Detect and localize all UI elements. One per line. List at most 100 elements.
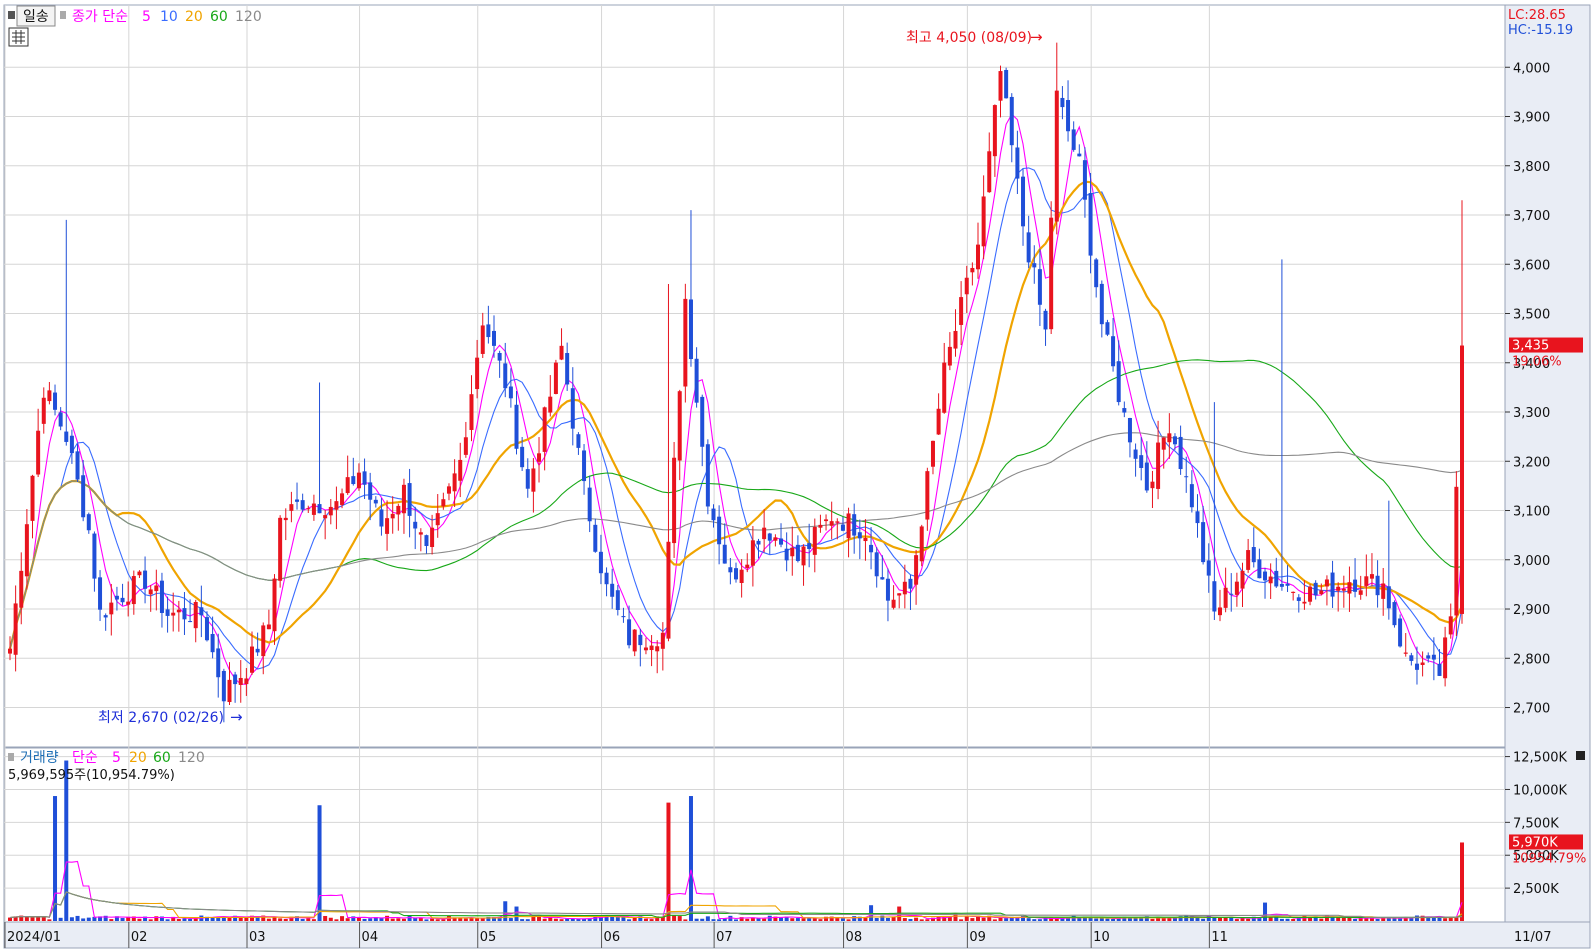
candle-body (908, 578, 913, 589)
candle-body (615, 590, 620, 610)
candle-body (1167, 433, 1172, 443)
candle-body (1043, 310, 1048, 330)
candle-body (553, 362, 558, 394)
volume-bar (992, 919, 997, 921)
volume-bar (396, 918, 401, 921)
candle-body (137, 571, 142, 576)
calculator-icon[interactable] (8, 27, 29, 47)
volume-bar (53, 796, 58, 921)
volume-ma-title: 단순 (72, 750, 98, 766)
candle-body (463, 437, 468, 455)
candle-body (1257, 559, 1262, 579)
candle-body (756, 540, 761, 545)
candle-body (165, 609, 170, 616)
volume-bar (981, 917, 986, 921)
candle-body (531, 468, 536, 492)
candle-body (1212, 581, 1217, 612)
candle-body (610, 583, 615, 597)
volume-bar (1032, 919, 1037, 921)
candle-body (98, 577, 103, 610)
candle-body (1178, 436, 1183, 470)
candle-body (452, 473, 457, 492)
volume-bar (323, 915, 328, 921)
volume-bar (508, 918, 513, 921)
candle-body (1431, 654, 1436, 660)
candle-body (1111, 336, 1116, 367)
candle-body (1403, 652, 1408, 654)
candle-body (537, 453, 542, 462)
candle-body (998, 71, 1003, 101)
candle-body (902, 581, 907, 595)
volume-bar (970, 918, 975, 921)
candle-body (356, 472, 361, 489)
x-tick-label: 06 (604, 930, 621, 945)
volume-bar (520, 919, 525, 921)
candle-body (1443, 637, 1448, 679)
volume-bar (385, 915, 390, 921)
candle-body (36, 430, 41, 475)
candle-body (81, 475, 86, 518)
candle-body (289, 504, 294, 511)
volume-bar (165, 919, 170, 921)
candle-body (1026, 232, 1031, 263)
y-tick-label: 2,900 (1513, 603, 1550, 618)
candle-body (970, 267, 975, 273)
volume-bar (542, 918, 547, 921)
candle-body (936, 408, 941, 435)
volume-bar (672, 915, 677, 921)
candle-body (559, 345, 564, 360)
candle-body (722, 544, 727, 564)
volume-bar (401, 918, 406, 921)
volume-bar (81, 918, 86, 921)
volume-bar (311, 919, 316, 921)
candle-body (503, 363, 508, 389)
candle-body (1336, 586, 1341, 591)
candle-body (1066, 100, 1071, 132)
candle-body (1105, 322, 1110, 335)
candle-body (1263, 571, 1268, 581)
x-tick-label: 02 (131, 930, 148, 945)
candle-body (959, 297, 964, 325)
candle-body (1139, 455, 1144, 468)
volume-legend-toggle-icon[interactable] (8, 753, 14, 761)
candle-body (255, 648, 260, 653)
candle-body (1246, 550, 1251, 570)
candle-body (148, 589, 153, 595)
volume-bar (1195, 917, 1200, 921)
candle-body (700, 396, 705, 447)
low-annotation: 최저 2,670 (02/26) (98, 710, 224, 726)
volume-bar (463, 918, 468, 921)
candle-body (1454, 486, 1459, 616)
volume-panel (3, 747, 1506, 923)
candle-body (424, 535, 429, 547)
candle-body (621, 616, 626, 618)
candle-body (947, 346, 952, 366)
volume-bar (908, 918, 913, 921)
y-tick-label: 2,800 (1513, 652, 1550, 667)
legend-toggle-icon[interactable] (60, 11, 66, 19)
candle-body (233, 674, 238, 685)
candle-body (244, 678, 249, 685)
volume-bar (75, 915, 80, 921)
candle-body (638, 634, 643, 646)
volume-bar (1223, 917, 1228, 921)
volume-bar (300, 918, 305, 921)
volume-close-icon[interactable] (1576, 751, 1585, 760)
candle-body (942, 362, 947, 413)
candle-body (193, 601, 198, 629)
candle-body (1369, 574, 1374, 579)
current-volume: 5,970K (1512, 835, 1558, 850)
candle-body (643, 647, 648, 651)
candle-body (1398, 618, 1403, 647)
candle-body (660, 632, 665, 649)
candle-body (368, 482, 373, 500)
candle-body (19, 570, 24, 608)
y-tick-label: 3,500 (1513, 308, 1550, 323)
candle-body (199, 607, 204, 616)
candle-body (418, 532, 423, 535)
volume-bar (109, 919, 114, 921)
y-tick-label: 3,700 (1513, 209, 1550, 224)
candle-body (24, 524, 29, 577)
menu-icon[interactable] (8, 11, 15, 19)
volume-bar (1105, 918, 1110, 921)
